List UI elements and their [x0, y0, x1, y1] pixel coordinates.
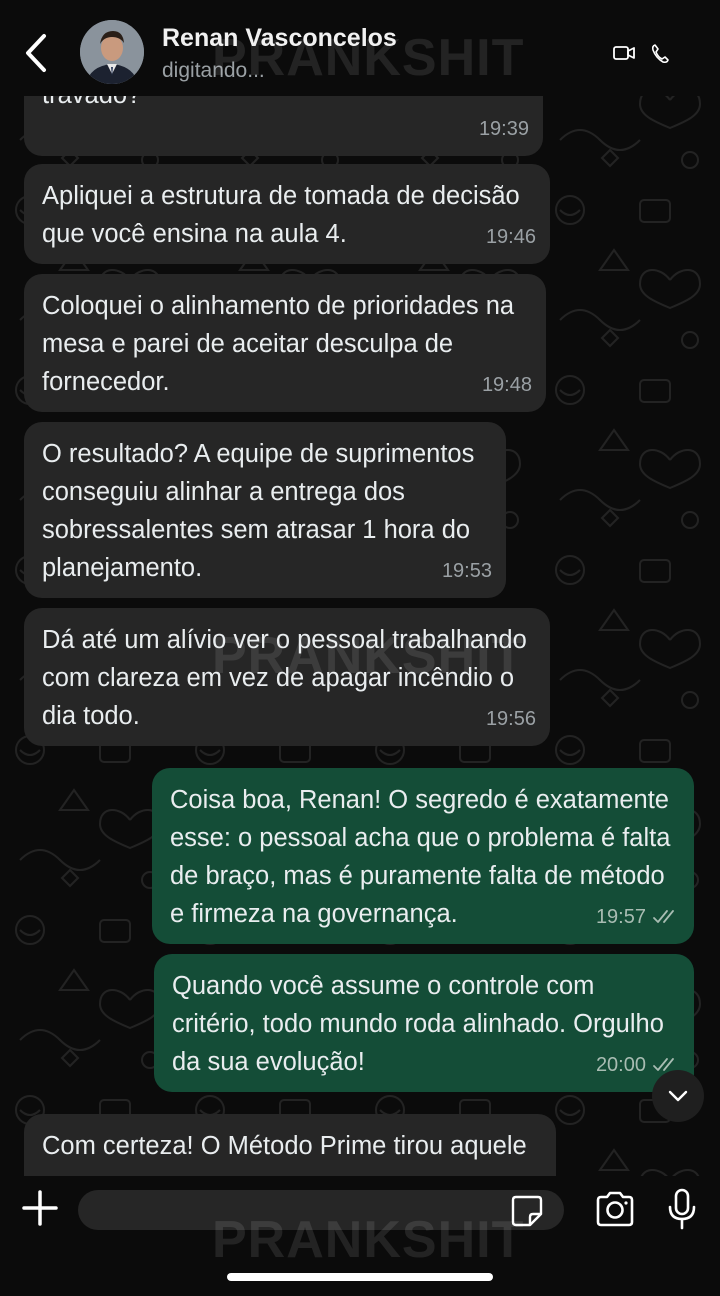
- message-text: Com certeza! O Método Prime tirou aquele: [42, 1132, 527, 1160]
- chevron-down-icon: [668, 1090, 688, 1102]
- message-text: Dá até um alívio ver o pessoal trabalhan…: [42, 626, 527, 730]
- phone-icon[interactable]: [650, 40, 672, 66]
- contact-status: digitando...: [162, 59, 265, 82]
- back-icon[interactable]: [18, 30, 54, 76]
- message-time: 19:46: [485, 226, 536, 248]
- video-call-icon[interactable]: [612, 40, 636, 66]
- message-input[interactable]: [78, 1190, 564, 1230]
- double-check-icon: [653, 910, 674, 923]
- message-bubble: Apliquei a estrutura de tomada de decisã…: [24, 164, 550, 264]
- message-bubble: travado? 19:39: [24, 96, 543, 156]
- message-time: 19:57: [595, 906, 646, 928]
- message-time: 20:00: [595, 1054, 646, 1076]
- message-list: travado? 19:39 Apliquei a estrutura de t…: [0, 96, 720, 1176]
- message-bubble: Coloquei o alinhamento de prioridades na…: [24, 274, 546, 412]
- message-time: 19:48: [481, 374, 532, 396]
- home-indicator[interactable]: [227, 1273, 493, 1281]
- scroll-to-bottom-button[interactable]: [652, 1070, 704, 1122]
- message-time: 19:53: [441, 560, 492, 582]
- message-text: O resultado? A equipe de suprimentos con…: [42, 440, 475, 582]
- sticker-icon[interactable]: [510, 1194, 544, 1228]
- message-bubble: Dá até um alívio ver o pessoal trabalhan…: [24, 608, 550, 746]
- message-time: 19:39: [478, 118, 529, 140]
- message-time: 19:56: [485, 708, 536, 730]
- message-text: travado?: [42, 96, 525, 114]
- chat-header: Renan Vasconcelos digitando...: [0, 0, 720, 96]
- microphone-icon[interactable]: [666, 1188, 698, 1230]
- message-text: Apliquei a estrutura de tomada de decisã…: [42, 182, 520, 248]
- contact-name[interactable]: Renan Vasconcelos: [162, 24, 397, 53]
- message-text: Coloquei o alinhamento de prioridades na…: [42, 292, 515, 396]
- avatar[interactable]: [80, 20, 144, 84]
- plus-icon[interactable]: [22, 1190, 58, 1226]
- message-meta: 19:57: [596, 898, 680, 936]
- message-bubble: Quando você assume o controle com critér…: [154, 954, 694, 1092]
- message-bubble: Coisa boa, Renan! O segredo é exatamente…: [152, 768, 694, 944]
- camera-icon[interactable]: [594, 1190, 636, 1228]
- message-bubble: Com certeza! O Método Prime tirou aquele: [24, 1114, 556, 1176]
- message-bubble: O resultado? A equipe de suprimentos con…: [24, 422, 506, 598]
